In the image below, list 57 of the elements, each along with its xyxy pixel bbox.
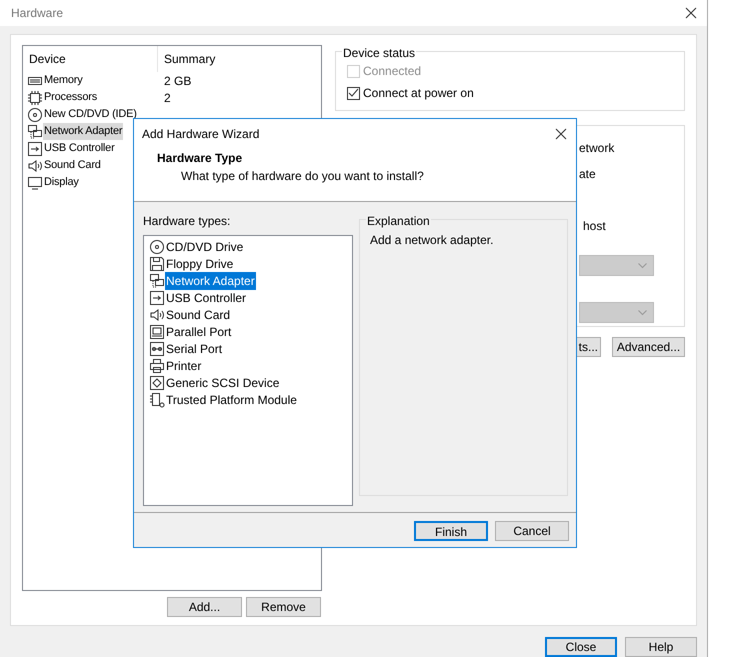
chevron-icon <box>638 310 647 316</box>
port-icon <box>149 324 165 340</box>
option-label: ate <box>579 166 597 183</box>
device-name[interactable]: Display <box>43 174 80 191</box>
device-name[interactable]: Network Adapter <box>43 123 124 140</box>
speaker-icon <box>149 306 165 322</box>
network-icon <box>27 124 43 140</box>
speaker-icon <box>27 158 43 174</box>
hardware-type-item[interactable]: USB Controller <box>165 288 248 306</box>
floppy-icon <box>149 256 165 272</box>
chip-icon <box>149 392 165 408</box>
close-button[interactable]: Close <box>545 637 617 657</box>
port-icon <box>149 340 165 356</box>
remove-button[interactable]: Remove <box>246 597 321 617</box>
hardware-type-item[interactable]: Generic SCSI Device <box>165 374 280 392</box>
column-header[interactable]: Device <box>23 46 158 72</box>
printer-icon <box>149 358 165 374</box>
device-name[interactable]: New CD/DVD (IDE) <box>43 106 138 123</box>
hardware-type-item[interactable]: Serial Port <box>165 340 224 358</box>
device-name[interactable]: Memory <box>43 72 84 89</box>
disc-icon <box>27 106 43 122</box>
hardware-type-item[interactable]: Sound Card <box>165 306 232 324</box>
wizard-heading: Hardware Type <box>156 150 242 167</box>
advanced-button[interactable]: Advanced... <box>612 337 685 357</box>
close-icon[interactable] <box>685 7 697 19</box>
wizard-subtitle: What type of hardware do you want to install? <box>180 168 424 185</box>
explanation-text: Add a network adapter. <box>370 233 494 247</box>
monitor-icon <box>27 174 43 190</box>
disc-icon <box>149 238 165 254</box>
device-summary: 2 <box>163 90 171 106</box>
hardware-type-item[interactable]: CD/DVD Drive <box>165 238 244 256</box>
hardware-type-item[interactable]: Network Adapter <box>165 272 256 290</box>
option-label: etwork <box>579 140 616 157</box>
device-name[interactable]: Sound Card <box>43 157 102 174</box>
network-icon <box>149 272 165 288</box>
add-button[interactable]: Add... <box>167 597 242 617</box>
device-name[interactable]: USB Controller <box>43 140 116 157</box>
close-icon[interactable] <box>555 128 567 140</box>
finish-button[interactable]: Finish <box>414 521 488 541</box>
device-name[interactable]: Processors <box>43 89 98 106</box>
hardware-type-item[interactable]: Parallel Port <box>165 322 232 340</box>
hardware-type-item[interactable]: Trusted Platform Module <box>165 390 298 408</box>
chip-icon <box>27 90 43 106</box>
hardware-type-item[interactable]: Printer <box>165 356 202 374</box>
checkbox[interactable] <box>347 86 360 100</box>
checkbox-label: Connected <box>363 63 422 80</box>
checkbox-label: Connect at power on <box>363 85 474 102</box>
device-summary: 2 GB <box>163 72 192 90</box>
list-label: Hardware types: <box>143 213 232 230</box>
dialog-title: Add Hardware Wizard <box>142 126 260 143</box>
cancel-button[interactable]: Cancel <box>495 521 569 541</box>
window-title: Hardware <box>11 5 64 22</box>
option-label: host <box>582 218 607 235</box>
help-button[interactable]: Help <box>625 637 697 657</box>
hardware-type-item[interactable]: Floppy Drive <box>165 254 234 272</box>
chevron-icon <box>638 262 647 268</box>
column-header[interactable]: Summary <box>158 50 216 68</box>
